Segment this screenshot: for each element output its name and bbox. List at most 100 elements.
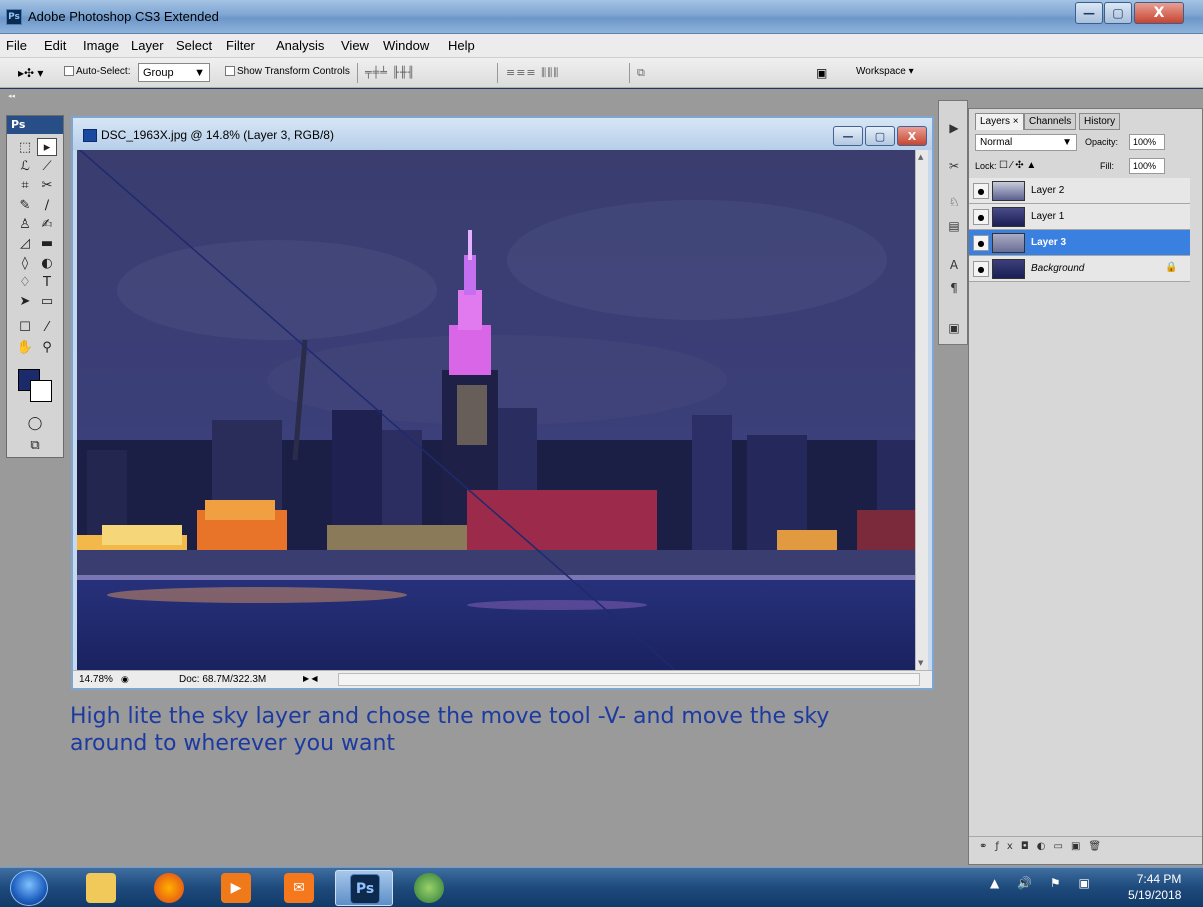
workspace-menu[interactable]: Workspace ▾: [856, 66, 914, 77]
history-brush-icon[interactable]: ✍: [37, 215, 57, 233]
zoom-status-icon[interactable]: ◉: [121, 674, 129, 685]
start-button[interactable]: [10, 870, 48, 906]
align-buttons-icon[interactable]: ╤╪╧ ╟╫╢: [365, 66, 415, 79]
notes-tool-icon[interactable]: ☐: [15, 318, 35, 336]
opacity-field[interactable]: 100%: [1129, 134, 1165, 150]
tab-history[interactable]: History: [1079, 113, 1121, 130]
auto-align-icon[interactable]: ⧉: [637, 66, 646, 80]
blur-tool-icon[interactable]: ◊: [15, 254, 35, 272]
add-mask-icon[interactable]: ◘: [1021, 841, 1037, 852]
visibility-eye-icon[interactable]: ●: [973, 235, 989, 251]
new-layer-icon[interactable]: ▣: [1071, 841, 1088, 852]
volume-icon[interactable]: 🔊: [1017, 876, 1032, 890]
quick-mask-icon[interactable]: ◯: [25, 414, 45, 432]
menu-view[interactable]: View: [341, 38, 369, 53]
character-panel-icon[interactable]: A: [944, 256, 964, 274]
healing-brush-icon[interactable]: ✎: [15, 196, 35, 214]
menu-image[interactable]: Image: [83, 38, 119, 53]
maximize-button[interactable]: ▢: [1104, 2, 1132, 24]
doc-close-button[interactable]: X: [897, 126, 927, 146]
zoom-level[interactable]: 14.78%: [79, 674, 113, 685]
zoom-tool-icon[interactable]: ⚲: [37, 338, 57, 356]
paragraph-panel-icon[interactable]: ¶: [944, 279, 964, 297]
menu-layer[interactable]: Layer: [131, 38, 164, 53]
image-canvas[interactable]: [77, 150, 915, 670]
fx-icon[interactable]: ƒx: [995, 841, 1020, 852]
trash-icon[interactable]: 🗑: [1088, 841, 1109, 852]
system-clock[interactable]: 7:44 PM 5/19/2018: [1128, 871, 1181, 903]
auto-select-checkbox[interactable]: Auto-Select:: [64, 66, 130, 77]
tab-channels[interactable]: Channels: [1024, 113, 1077, 130]
show-hidden-icons-icon[interactable]: ▲: [990, 876, 999, 890]
menu-filter[interactable]: Filter: [226, 38, 255, 53]
menu-edit[interactable]: Edit: [44, 38, 66, 53]
vertical-scrollbar[interactable]: ▲ ▼: [915, 150, 928, 670]
scroll-up-icon[interactable]: ▲: [918, 153, 923, 161]
info-panel-icon[interactable]: ▣: [944, 319, 964, 337]
taskbar-media-player[interactable]: ▶: [207, 870, 265, 906]
layer-row[interactable]: ● Background 🔒: [969, 256, 1190, 282]
clone-source-panel-icon[interactable]: ♘: [944, 193, 964, 211]
document-title-bar[interactable]: DSC_1963X.jpg @ 14.8% (Layer 3, RGB/8) —…: [73, 118, 932, 150]
magic-wand-tool-icon[interactable]: ⟋: [37, 157, 57, 175]
tools-panel-icon[interactable]: ✂: [944, 157, 964, 175]
clone-stamp-icon[interactable]: ♙: [15, 215, 35, 233]
gradient-tool-icon[interactable]: ▬: [37, 234, 57, 252]
taskbar-firefox[interactable]: [140, 870, 198, 906]
eyedropper-tool-icon[interactable]: ⁄: [37, 318, 57, 336]
actions-panel-icon[interactable]: ▶: [944, 119, 964, 137]
show-transform-controls-checkbox[interactable]: Show Transform Controls: [225, 66, 350, 77]
type-tool-icon[interactable]: T: [37, 273, 57, 291]
blend-mode-dropdown[interactable]: Normal ▼: [975, 134, 1077, 151]
menu-help[interactable]: Help: [448, 38, 475, 53]
layer-row[interactable]: ● Layer 1: [969, 204, 1190, 230]
screen-mode-icon[interactable]: ⧉: [25, 436, 45, 454]
slice-tool-icon[interactable]: ✂: [37, 176, 57, 194]
move-tool-preset-icon[interactable]: ▸✣ ▾: [18, 66, 43, 80]
hand-tool-icon[interactable]: ✋: [15, 338, 35, 356]
distribute-buttons-icon[interactable]: ≡≡≡ ⫼⫼⫼: [506, 66, 559, 80]
minimize-button[interactable]: —: [1075, 2, 1103, 24]
fill-field[interactable]: 100%: [1129, 158, 1165, 174]
new-group-icon[interactable]: ▭: [1054, 841, 1071, 852]
flag-icon[interactable]: ⚑: [1050, 876, 1061, 890]
background-color-swatch[interactable]: [30, 380, 52, 402]
taskbar-photoshop[interactable]: Ps: [335, 870, 393, 906]
link-layers-icon[interactable]: ⚭: [979, 841, 995, 852]
taskbar-explorer[interactable]: [72, 870, 130, 906]
menu-analysis[interactable]: Analysis: [276, 38, 324, 53]
visibility-eye-icon[interactable]: ●: [973, 261, 989, 277]
crop-tool-icon[interactable]: ⌗: [15, 176, 35, 194]
dodge-tool-icon[interactable]: ◐: [37, 254, 57, 272]
pen-tool-icon[interactable]: ♢: [15, 273, 35, 291]
path-select-icon[interactable]: ➤: [15, 292, 35, 310]
horizontal-scrollbar[interactable]: [338, 673, 920, 686]
menu-file[interactable]: File: [6, 38, 27, 53]
network-icon[interactable]: ▣: [1078, 876, 1089, 890]
taskbar-network[interactable]: [400, 870, 458, 906]
layer-comps-panel-icon[interactable]: ▤: [944, 217, 964, 235]
menu-window[interactable]: Window: [383, 38, 429, 53]
auto-select-dropdown[interactable]: Group ▼: [138, 63, 210, 82]
layer-row[interactable]: ● Layer 3: [969, 230, 1190, 256]
taskbar-mail[interactable]: ✉: [270, 870, 328, 906]
adjustment-layer-icon[interactable]: ◐: [1037, 841, 1054, 852]
collapse-icon[interactable]: ◂◂: [8, 92, 15, 100]
eraser-tool-icon[interactable]: ◿: [15, 234, 35, 252]
visibility-eye-icon[interactable]: ●: [973, 183, 989, 199]
close-button[interactable]: X: [1134, 2, 1184, 24]
marquee-tool-icon[interactable]: ⬚: [15, 138, 35, 156]
brush-tool-icon[interactable]: ∕: [37, 196, 57, 214]
layer-row[interactable]: ● Layer 2: [969, 178, 1190, 204]
lasso-tool-icon[interactable]: ℒ: [15, 157, 35, 175]
status-menu-arrow-icon[interactable]: ▶ ◀: [303, 674, 318, 683]
doc-minimize-button[interactable]: —: [833, 126, 863, 146]
visibility-eye-icon[interactable]: ●: [973, 209, 989, 225]
bridge-icon[interactable]: ▣: [816, 66, 827, 80]
menu-select[interactable]: Select: [176, 38, 212, 53]
tab-layers[interactable]: Layers ×: [975, 113, 1024, 130]
scroll-down-icon[interactable]: ▼: [918, 659, 923, 667]
move-tool-icon[interactable]: ▸: [37, 138, 57, 156]
doc-maximize-button[interactable]: ▢: [865, 126, 895, 146]
lock-icons[interactable]: ☐ ⁄ ✣ ▲: [999, 160, 1036, 171]
